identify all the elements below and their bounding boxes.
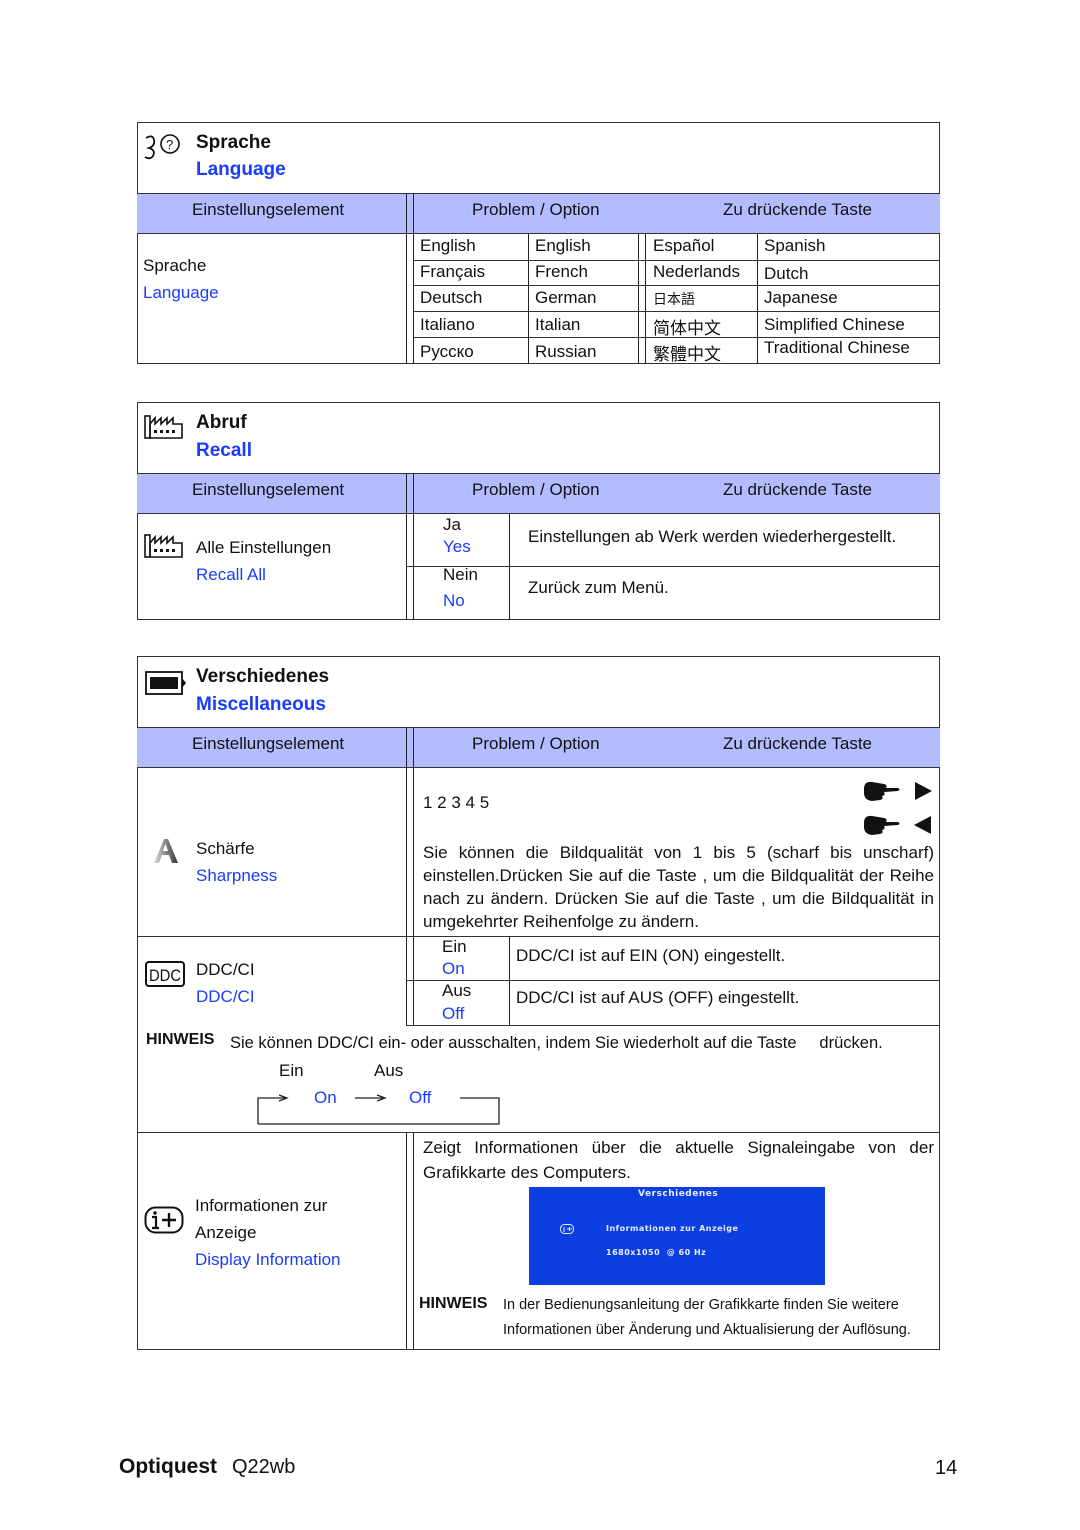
cycle-on-en: On [314, 1088, 337, 1107]
info-plus-icon [144, 1206, 184, 1234]
misc-title-de: Verschiedenes [196, 666, 330, 687]
ddcci-option-desc: DDC/CI ist auf AUS (OFF) eingestellt. [516, 988, 800, 1007]
ddcci-option-en: Off [442, 1004, 465, 1023]
language-native: Nederlands [653, 262, 740, 281]
on-off-cycle-diagram [257, 1094, 500, 1125]
display-info-description: Zeigt Informationen über die aktuelle Si… [423, 1138, 934, 1182]
ddcci-option-desc: DDC/CI ist auf EIN (ON) eingestellt. [516, 946, 786, 965]
display-info-item-en: Display Information [195, 1250, 341, 1269]
sharpness-item-de: Schärfe [196, 839, 255, 858]
language-native: Pусско [420, 342, 474, 361]
header-problem-option: Problem / Option [472, 734, 600, 753]
misc-table-header: Einstellungselement Problem / Option Zu … [137, 727, 940, 768]
footer-brand: Optiquest [119, 1455, 217, 1478]
language-english: Italian [535, 315, 581, 334]
language-native: 繁體中文 [653, 345, 721, 364]
language-native: 日本語 [653, 291, 695, 307]
ddcci-note-label: HINWEIS [146, 1031, 215, 1048]
cycle-on-de: Ein [279, 1061, 304, 1080]
recall-option-en: Yes [443, 537, 471, 556]
svg-text:?: ? [166, 137, 173, 152]
osd-info-icon [560, 1224, 574, 1234]
display-info-item-de-1: Informationen zur [195, 1196, 328, 1215]
language-english: Simplified Chinese [764, 315, 905, 334]
sharpness-a-icon [154, 839, 178, 863]
recall-option-en: No [443, 591, 465, 610]
language-item-de: Sprache [143, 256, 207, 275]
recall-option-de: Nein [443, 565, 478, 584]
osd-preview: Verschiedenes Informationen zur Anzeige … [529, 1187, 825, 1285]
sharpness-scale: 1 2 3 4 5 [423, 793, 490, 812]
recall-item-en: Recall All [196, 565, 266, 584]
display-info-note-line2: Informationen über Änderung und Aktualis… [503, 1322, 911, 1338]
language-native: Italiano [420, 315, 475, 334]
language-english: German [535, 288, 597, 307]
header-key: Zu drückende Taste [723, 734, 872, 753]
recall-option-desc: Zurück zum Menü. [528, 578, 669, 597]
recall-title-en: Recall [196, 440, 252, 461]
header-setting: Einstellungselement [192, 480, 345, 499]
language-english: Japanese [764, 288, 838, 307]
recall-option-desc: Einstellungen ab Werk werden wiederherge… [528, 527, 897, 546]
language-item-en: Language [143, 283, 219, 302]
osd-title: Verschiedenes [638, 1189, 719, 1199]
page-number: 14 [935, 1457, 958, 1479]
ddcci-option-de: Ein [442, 937, 467, 956]
misc-title-en: Miscellaneous [196, 694, 326, 715]
pointing-hand-icon [864, 815, 900, 835]
right-arrow-button-icon [915, 782, 932, 800]
header-problem-option: Problem / Option [472, 480, 600, 499]
display-info-item-de-2: Anzeige [195, 1223, 257, 1242]
left-arrow-button-icon [914, 816, 931, 834]
language-english: French [535, 262, 588, 281]
factory-recall-icon [144, 534, 183, 558]
header-setting: Einstellungselement [192, 200, 345, 219]
language-native: Français [420, 262, 486, 281]
language-english: Spanish [764, 236, 826, 255]
ddcci-item-en: DDC/CI [196, 987, 255, 1006]
sharpness-item-en: Sharpness [196, 866, 278, 885]
display-info-note-label: HINWEIS [419, 1295, 488, 1312]
ddcci-option-de: Aus [442, 981, 472, 1000]
header-key: Zu drückende Taste [723, 200, 872, 219]
language-english: English [535, 236, 591, 255]
display-info-note-line1: In der Bedienungsanleitung der Grafikkar… [503, 1297, 899, 1313]
sharpness-description: Sie können die Bildqualität von 1 bis 5 … [423, 843, 934, 931]
pointing-hand-icon [864, 781, 900, 801]
header-problem-option: Problem / Option [472, 200, 600, 219]
language-title-en: Language [196, 159, 286, 180]
misc-battery-icon [145, 671, 186, 695]
language-english: Russian [535, 342, 597, 361]
osd-resolution: 1680x1050 @ 60 Hz [606, 1248, 707, 1257]
ddcci-note-text: Sie können DDC/CI ein- oder ausschalten,… [230, 1034, 883, 1052]
recall-item-de: Alle Einstellungen [196, 538, 332, 557]
language-english: Dutch [764, 264, 809, 283]
language-native: Español [653, 236, 715, 255]
header-setting: Einstellungselement [192, 734, 345, 753]
recall-title-de: Abruf [196, 412, 247, 433]
cycle-off-de: Aus [374, 1061, 404, 1080]
recall-option-de: Ja [443, 515, 461, 534]
language-table-header: Einstellungselement Problem / Option Zu … [137, 193, 940, 234]
osd-item: Informationen zur Anzeige [606, 1224, 739, 1233]
language-english: Traditional Chinese [764, 338, 910, 357]
language-native: 简体中文 [653, 319, 721, 338]
footer-model: Q22wb [232, 1456, 296, 1478]
ddc-icon: DDC [145, 961, 185, 987]
language-title-de: Sprache [196, 132, 271, 153]
language-native: Deutsch [420, 288, 483, 307]
factory-recall-icon [144, 415, 183, 439]
header-key: Zu drückende Taste [723, 480, 872, 499]
svg-text:DDC: DDC [149, 966, 181, 985]
cycle-off-en: Off [409, 1088, 432, 1107]
language-native: English [420, 236, 476, 255]
recall-table-header: Einstellungselement Problem / Option Zu … [137, 473, 940, 514]
ddcci-option-en: On [442, 959, 465, 978]
ddcci-item-de: DDC/CI [196, 960, 255, 979]
language-question-icon: ? [144, 134, 180, 160]
